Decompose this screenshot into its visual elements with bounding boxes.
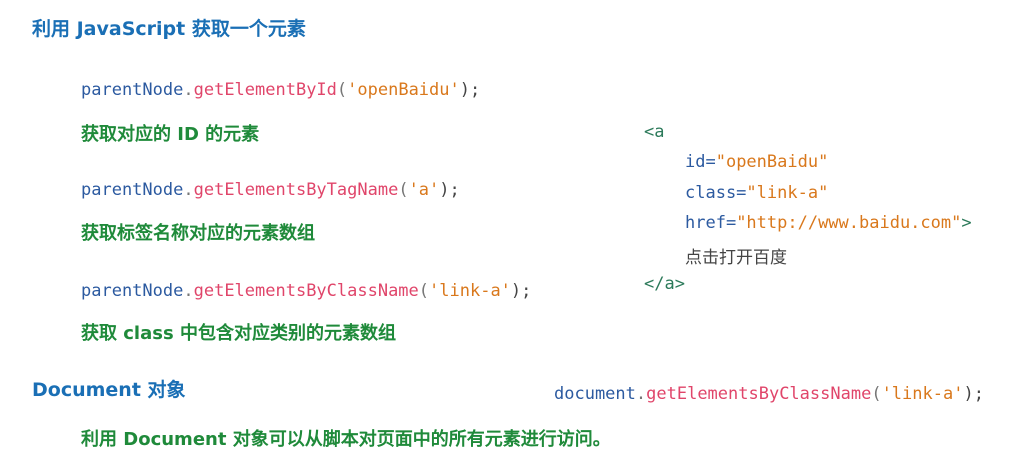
html-tag-end: > [961, 213, 972, 233]
code-method: getElementsByClassName [193, 281, 419, 301]
html-attr-value: "openBaidu" [715, 152, 829, 172]
code-open-paren: ( [336, 80, 348, 100]
code-object: parentNode [81, 180, 184, 200]
html-attr-value: "link-a" [746, 183, 829, 203]
html-attr-name: id= [685, 152, 716, 172]
code-arg: 'link-a' [881, 384, 964, 404]
code-dot: . [183, 180, 194, 200]
code-dot: . [183, 80, 194, 100]
html-id-attribute: id="openBaidu" [685, 152, 828, 172]
code-method: getElementById [193, 80, 337, 100]
page-title: 利用 JavaScript 获取一个元素 [32, 18, 306, 40]
code-close: ); [459, 80, 481, 100]
document-heading: Document 对象 [32, 379, 186, 401]
code-open-paren: ( [418, 281, 430, 301]
html-link-text: 点击打开百度 [685, 248, 787, 268]
description-get-element-by-id: 获取对应的 ID 的元素 [81, 124, 260, 145]
code-open-paren: ( [871, 384, 882, 404]
code-arg: 'link-a' [429, 281, 511, 301]
document-description: 利用 Document 对象可以从脚本对页面中的所有元素进行访问。 [81, 429, 611, 450]
html-close-tag: </a> [644, 274, 685, 294]
code-object: parentNode [81, 80, 184, 100]
html-tag-open: <a [644, 122, 665, 142]
html-tag-close: </a> [644, 274, 685, 294]
code-document-get-elements-by-class-name: document.getElementsByClassName('link-a'… [554, 384, 984, 404]
code-method: getElementsByTagName [193, 180, 399, 200]
code-get-element-by-id: parentNode.getElementById('openBaidu'); [81, 80, 480, 100]
html-attr-name: href= [685, 213, 737, 233]
code-arg: 'openBaidu' [347, 80, 460, 100]
html-attr-name: class= [685, 183, 747, 203]
code-arg: 'a' [408, 180, 440, 200]
code-close: ); [510, 281, 532, 301]
html-open-tag: <a [644, 122, 664, 142]
description-get-elements-by-tag-name: 获取标签名称对应的元素数组 [81, 223, 315, 244]
code-close: ); [439, 180, 460, 200]
code-object: parentNode [81, 281, 184, 301]
html-href-attribute: href="http://www.baidu.com"> [685, 213, 972, 233]
code-object: document [554, 384, 636, 404]
code-dot: . [635, 384, 647, 404]
code-get-elements-by-class-name: parentNode.getElementsByClassName('link-… [81, 281, 531, 301]
code-get-elements-by-tag-name: parentNode.getElementsByTagName('a'); [81, 180, 460, 200]
html-class-attribute: class="link-a" [685, 183, 828, 203]
description-get-elements-by-class-name: 获取 class 中包含对应类别的元素数组 [81, 323, 396, 344]
html-attr-value: "http://www.baidu.com" [736, 213, 962, 233]
code-close: ); [963, 384, 984, 404]
code-open-paren: ( [398, 180, 409, 200]
code-dot: . [183, 281, 194, 301]
code-method: getElementsByClassName [646, 384, 872, 404]
